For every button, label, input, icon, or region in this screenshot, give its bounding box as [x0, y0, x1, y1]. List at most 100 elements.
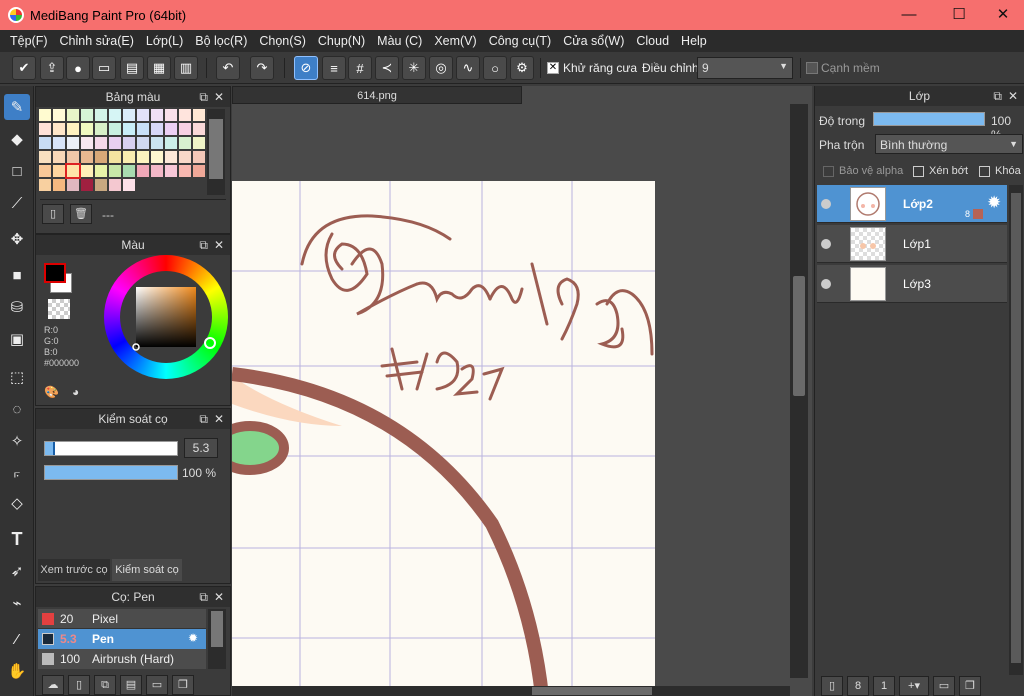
folder-icon[interactable]: ▭ [933, 676, 955, 696]
brush-item-pen[interactable]: 5.3 Pen ✹ [38, 629, 206, 649]
snap-off-icon[interactable]: ⊘ [294, 56, 318, 80]
expand-icon[interactable]: ⧉ [199, 235, 208, 255]
palette-swatch[interactable] [67, 179, 79, 191]
brush-list-scrollbar[interactable] [208, 609, 226, 669]
share-icon[interactable]: ⇪ [40, 56, 64, 80]
palette-swatch[interactable] [137, 123, 149, 135]
dot-tool-icon[interactable]: □ [4, 158, 30, 184]
layer-row-lop2[interactable]: Lớp2 8 ✹ [817, 185, 1007, 223]
radial-snap-icon[interactable]: ✳ [402, 56, 426, 80]
close-icon[interactable]: ✕ [1008, 86, 1018, 106]
magic-wand-icon[interactable]: ✧ [4, 428, 30, 454]
palette-swatch[interactable] [81, 179, 93, 191]
copy-brush-icon[interactable]: ▤ [120, 675, 142, 695]
palette-swatch[interactable] [53, 123, 65, 135]
pen-tool-icon[interactable]: ⟋ [4, 190, 30, 216]
close-icon[interactable]: ✕ [214, 87, 224, 107]
duplicate-icon[interactable]: ❐ [172, 675, 194, 695]
palette-swatch[interactable] [95, 165, 107, 177]
palette-swatch[interactable] [95, 151, 107, 163]
menu-help[interactable]: Help [675, 30, 713, 52]
correction-select[interactable]: 9 ▼ [697, 57, 793, 79]
trash-icon[interactable]: 🗑 [70, 204, 92, 224]
select-eraser-icon[interactable]: ◇ [4, 490, 30, 516]
palette-swatch[interactable] [53, 137, 65, 149]
visibility-eye-icon[interactable] [821, 199, 831, 209]
palette-add-icon[interactable]: 🎨 [44, 385, 64, 401]
palette-swatch-grid[interactable] [39, 109, 209, 195]
grid-snap-icon[interactable]: # [348, 56, 372, 80]
palette-swatch[interactable] [81, 137, 93, 149]
palette-swatch[interactable] [179, 151, 191, 163]
palette-swatch[interactable] [53, 165, 65, 177]
palette-swatch[interactable] [109, 179, 121, 191]
brush-size-value[interactable]: 5.3 [184, 438, 218, 458]
palette-swatch[interactable] [137, 151, 149, 163]
palette-swatch[interactable] [137, 109, 149, 121]
gear-icon[interactable]: ✹ [188, 631, 198, 645]
menu-color[interactable]: Màu (C) [371, 30, 428, 52]
folder-icon[interactable]: ▭ [146, 675, 168, 695]
expand-icon[interactable]: ⧉ [199, 587, 208, 607]
add-brush-icon[interactable]: ⧉ [94, 675, 116, 695]
minimize-button[interactable]: — [886, 0, 932, 30]
menu-cloud[interactable]: Cloud [630, 30, 675, 52]
palette-swatch[interactable] [179, 109, 191, 121]
palette-swatch[interactable] [39, 151, 51, 163]
color-wheel[interactable] [104, 255, 228, 379]
palette-swatch[interactable] [95, 137, 107, 149]
color-picker-icon[interactable]: ◕ [72, 385, 92, 401]
palette-swatch[interactable] [179, 123, 191, 135]
palette-swatch[interactable] [95, 109, 107, 121]
palette-swatch[interactable] [193, 109, 205, 121]
text-tool-icon[interactable]: T [4, 526, 30, 552]
palette-swatch[interactable] [179, 165, 191, 177]
new-8bit-layer-icon[interactable]: 8 [847, 676, 869, 696]
document-tab[interactable]: 614.png [232, 86, 522, 104]
brush-item-pixel[interactable]: 20 Pixel [38, 609, 206, 629]
palette-swatch[interactable] [39, 165, 51, 177]
palette-swatch[interactable] [65, 163, 81, 179]
palette-swatch[interactable] [151, 109, 163, 121]
drawing-canvas[interactable] [232, 104, 812, 696]
menu-layer[interactable]: Lớp(L) [140, 30, 189, 52]
manage-pages-icon[interactable]: ▦ [147, 56, 171, 80]
palette-swatch[interactable] [137, 137, 149, 149]
palette-swatch[interactable] [165, 137, 177, 149]
select-tool-icon[interactable]: ⬚ [4, 364, 30, 390]
palette-swatch[interactable] [81, 165, 93, 177]
hand-tool-icon[interactable]: ✋ [4, 658, 30, 684]
palette-swatch[interactable] [67, 151, 79, 163]
palette-swatch[interactable] [193, 165, 205, 177]
palette-scrollbar[interactable] [207, 109, 225, 195]
palette-swatch[interactable] [39, 179, 51, 191]
duplicate-layer-icon[interactable]: ❐ [959, 676, 981, 696]
menu-window[interactable]: Cửa sổ(W) [557, 30, 630, 52]
palette-swatch[interactable] [193, 151, 205, 163]
page-icon[interactable]: ▤ [120, 56, 144, 80]
new-layer-icon[interactable]: ▯ [821, 676, 843, 696]
palette-swatch[interactable] [193, 123, 205, 135]
gear-icon[interactable]: ✹ [987, 193, 1001, 213]
lasso-tool-icon[interactable]: ◌ [4, 396, 30, 422]
palette-swatch[interactable] [109, 151, 121, 163]
lock-checkbox[interactable] [979, 166, 990, 177]
palette-swatch[interactable] [39, 123, 51, 135]
palette-swatch[interactable] [123, 109, 135, 121]
new-palette-icon[interactable]: ▯ [42, 204, 64, 224]
curve-snap-icon[interactable]: ∿ [456, 56, 480, 80]
palette-swatch[interactable] [123, 165, 135, 177]
palette-swatch[interactable] [67, 109, 79, 121]
eyedropper-icon[interactable]: ⁄ [4, 626, 30, 652]
palette-swatch[interactable] [53, 109, 65, 121]
canvas-horizontal-scrollbar[interactable] [232, 686, 790, 696]
close-button[interactable]: ✕ [980, 0, 1024, 30]
divide-tool-icon[interactable]: ⌁ [4, 590, 30, 616]
transparent-color-swatch[interactable] [48, 299, 70, 319]
palette-swatch[interactable] [67, 137, 79, 149]
blend-mode-select[interactable]: Bình thường ▼ [875, 134, 1023, 154]
expand-icon[interactable]: ⧉ [993, 86, 1002, 106]
palette-swatch[interactable] [151, 151, 163, 163]
palette-swatch[interactable] [109, 109, 121, 121]
redo-icon[interactable]: ↷ [250, 56, 274, 80]
